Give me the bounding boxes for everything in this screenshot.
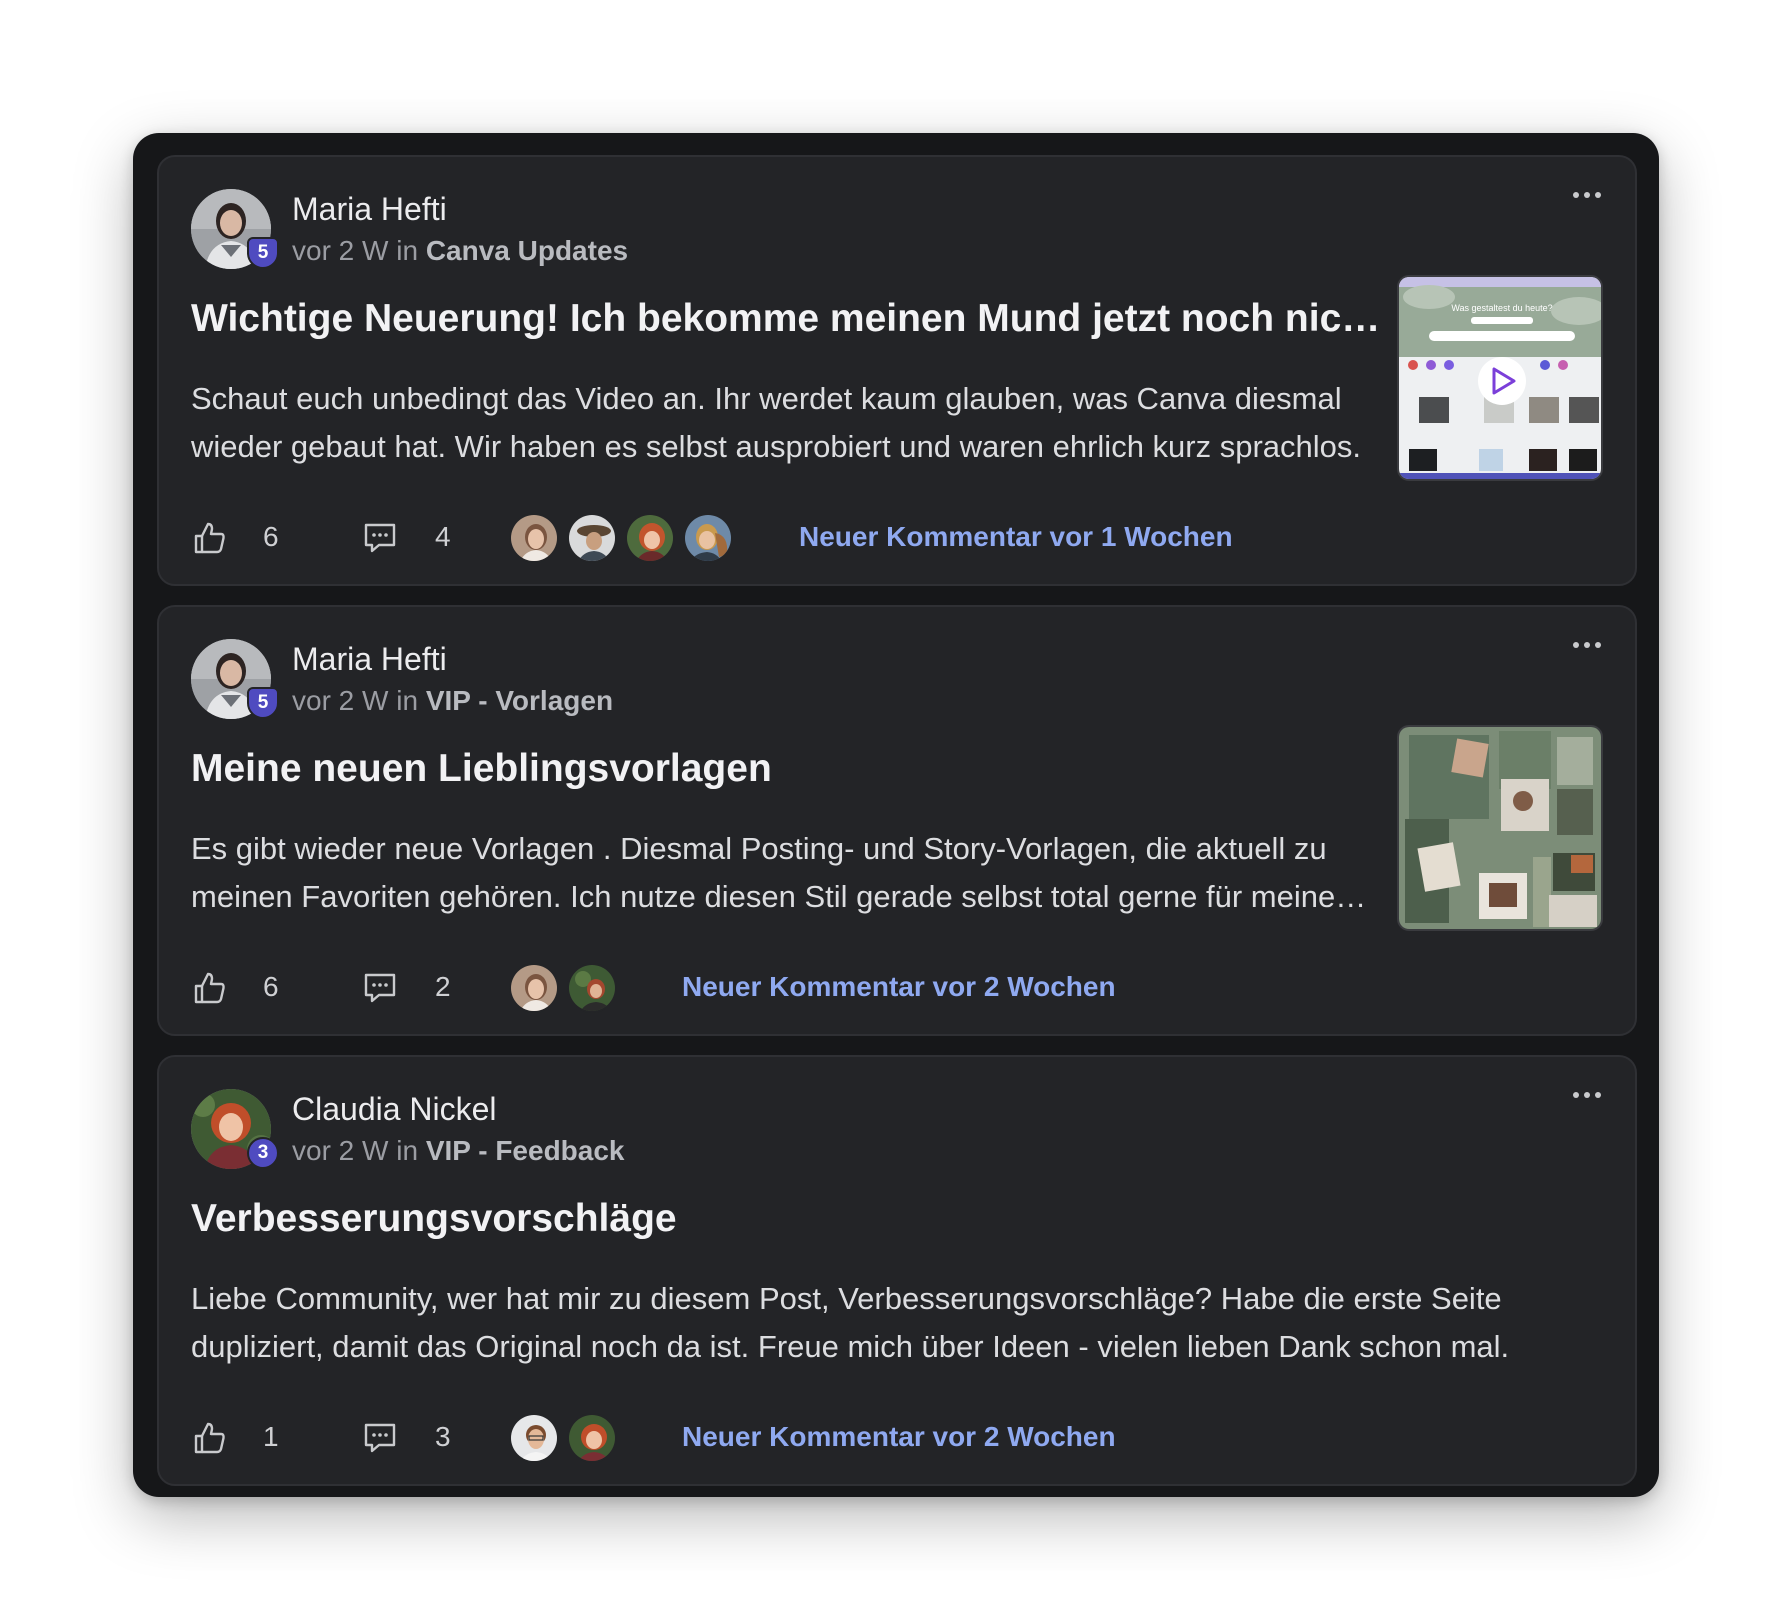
post-meta: vor 2 W in Canva Updates [292,235,628,267]
more-dot [1573,642,1579,648]
more-dot [1573,1092,1579,1098]
commenter-avatar[interactable] [625,513,675,563]
post-thumbnail[interactable]: Was gestaltest du heute? [1397,275,1603,481]
thumb-headline: Was gestaltest du heute? [1451,303,1552,313]
post-card[interactable]: 5 Maria Hefti vor 2 W in Canva Updates W… [157,155,1637,586]
post-excerpt[interactable]: Liebe Community, wer hat mir zu diesem P… [191,1275,1591,1371]
more-dot [1584,642,1590,648]
thumbs-up-icon[interactable] [191,519,229,557]
commenter-avatar[interactable] [509,513,559,563]
commenter-avatars[interactable] [509,1413,625,1463]
space-link[interactable]: VIP - Vorlagen [426,685,613,716]
new-comment-link[interactable]: Neuer Kommentar vor 2 Wochen [682,1421,1116,1453]
more-dot [1595,642,1601,648]
post-thumbnail[interactable] [1397,725,1603,931]
post-title[interactable]: Verbesserungsvorschläge [191,1197,1391,1241]
level-badge: 5 [247,237,279,269]
like-count: 1 [263,1421,279,1452]
post-footer: 1 3 Neuer Kommentar vor 2 Wochen [191,1411,1591,1463]
post-meta: vor 2 W in VIP - Vorlagen [292,685,613,717]
comment-bubble-icon[interactable] [361,519,399,557]
feed-window: 5 Maria Hefti vor 2 W in Canva Updates W… [133,133,1659,1497]
post-footer: 6 2 Neuer Kommentar vor 2 Wochen [191,961,1591,1013]
post-title[interactable]: Wichtige Neuerung! Ich bekomme meinen Mu… [191,297,1391,341]
post-time: vor 2 W in [292,685,419,716]
post-time: vor 2 W in [292,1135,419,1166]
author-avatar[interactable]: 5 [191,189,279,269]
post-title[interactable]: Meine neuen Lieblingsvorlagen [191,747,1391,791]
comment-bubble-icon[interactable] [361,969,399,1007]
post-meta: vor 2 W in VIP - Feedback [292,1135,625,1167]
commenter-avatar[interactable] [567,963,617,1013]
new-comment-link[interactable]: Neuer Kommentar vor 2 Wochen [682,971,1116,1003]
author-avatar[interactable]: 5 [191,639,279,719]
comment-count: 2 [435,971,451,1002]
space-link[interactable]: VIP - Feedback [426,1135,625,1166]
more-options-button[interactable] [1567,635,1607,655]
new-comment-link[interactable]: Neuer Kommentar vor 1 Wochen [799,521,1233,553]
post-time: vor 2 W in [292,235,419,266]
post-excerpt[interactable]: Es gibt wieder neue Vorlagen . Diesmal P… [191,825,1405,921]
commenter-avatar[interactable] [509,1413,559,1463]
author-name[interactable]: Claudia Nickel [292,1091,497,1128]
post-excerpt[interactable]: Schaut euch unbedingt das Video an. Ihr … [191,375,1405,471]
like-count: 6 [263,971,279,1002]
commenter-avatar[interactable] [683,513,733,563]
post-card[interactable]: 3 Claudia Nickel vor 2 W in VIP - Feedba… [157,1055,1637,1486]
author-avatar[interactable]: 3 [191,1089,279,1169]
more-options-button[interactable] [1567,1085,1607,1105]
thumbs-up-icon[interactable] [191,1419,229,1457]
level-badge: 5 [247,687,279,719]
thumbs-up-icon[interactable] [191,969,229,1007]
comment-count: 4 [435,521,451,552]
author-name[interactable]: Maria Hefti [292,191,447,228]
more-dot [1573,192,1579,198]
more-dot [1595,1092,1601,1098]
comment-bubble-icon[interactable] [361,1419,399,1457]
commenter-avatar[interactable] [567,1413,617,1463]
post-footer: 6 4 Neuer Kommentar vor 1 Wochen [191,511,1591,563]
commenter-avatars[interactable] [509,513,741,563]
commenter-avatars[interactable] [509,963,625,1013]
more-dot [1595,192,1601,198]
more-dot [1584,192,1590,198]
more-dot [1584,1092,1590,1098]
commenter-avatar[interactable] [509,963,559,1013]
commenter-avatar[interactable] [567,513,617,563]
level-badge: 3 [247,1137,279,1169]
comment-count: 3 [435,1421,451,1452]
more-options-button[interactable] [1567,185,1607,205]
space-link[interactable]: Canva Updates [426,235,628,266]
post-card[interactable]: 5 Maria Hefti vor 2 W in VIP - Vorlagen … [157,605,1637,1036]
author-name[interactable]: Maria Hefti [292,641,447,678]
like-count: 6 [263,521,279,552]
